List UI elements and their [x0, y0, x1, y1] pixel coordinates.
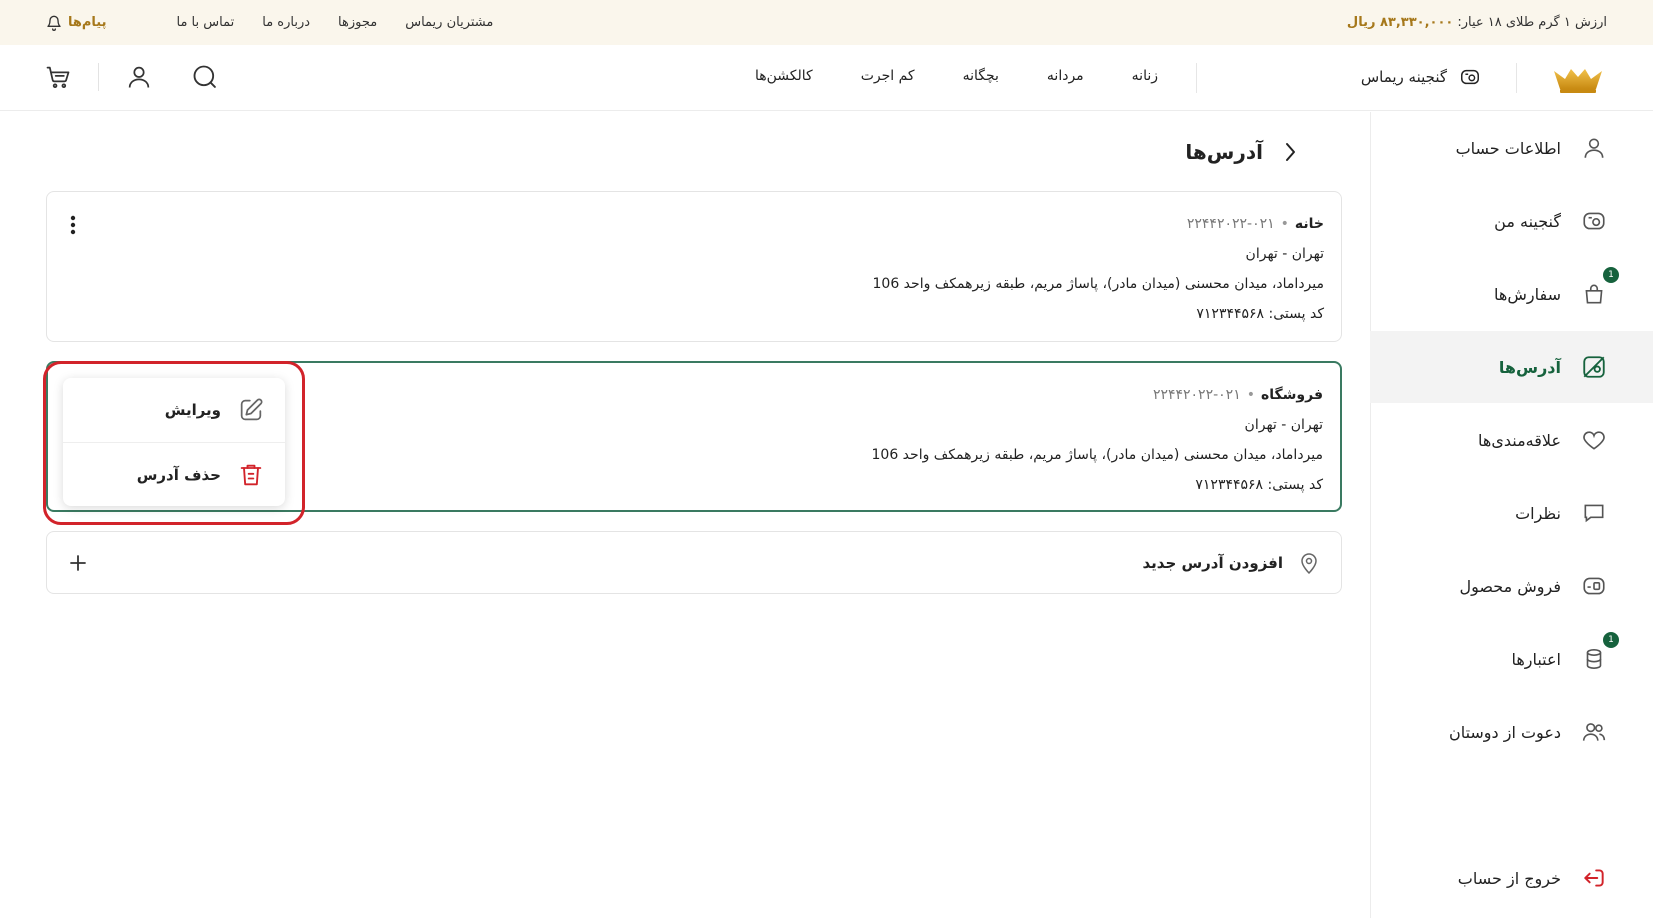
- gold-price: ارزش ۱ گرم طلای ۱۸ عیار: ۸۳,۳۳۰,۰۰۰ ریال: [1347, 15, 1607, 30]
- sidebar-item-label: دعوت از دوستان: [1448, 722, 1561, 742]
- address-header: خانه•۰۲۱-۲۲۴۴۲۰۲۲: [1186, 216, 1324, 232]
- header-actions-divider: [98, 63, 99, 91]
- address-phone: ۰۲۱-۲۲۴۴۲۰۲۲: [1186, 216, 1275, 232]
- address-city: تهران - تهران: [1244, 417, 1323, 433]
- user-icon: [1581, 135, 1607, 161]
- sidebar-item-label: سفارش‌ها: [1494, 284, 1561, 304]
- more-options-icon[interactable]: [69, 214, 77, 236]
- header-actions: [44, 63, 219, 91]
- account-sidebar: اطلاعات حساب گنجینه من 1 سفارش‌ها آدرس‌ه…: [1370, 112, 1653, 918]
- delete-address-option[interactable]: حذف آدرس: [63, 442, 285, 506]
- link-contact[interactable]: تماس با ما: [177, 15, 235, 30]
- sidebar-item-my-treasure[interactable]: گنجینه من: [1370, 185, 1653, 257]
- sidebar-item-sell[interactable]: فروش محصول: [1370, 550, 1653, 622]
- gold-price-value: ۸۳,۳۳۰,۰۰۰ ریال: [1346, 15, 1454, 30]
- messages-button[interactable]: پیام‌ها: [46, 15, 107, 31]
- nav-women[interactable]: زنانه: [1132, 68, 1158, 84]
- address-city: تهران - تهران: [1245, 246, 1324, 262]
- bag-icon: 1: [1581, 267, 1619, 307]
- credits-badge: 1: [1603, 632, 1619, 648]
- link-customers[interactable]: مشتریان ریماس: [405, 15, 493, 30]
- crown-logo-icon[interactable]: [1551, 61, 1605, 95]
- edit-label: ویرایش: [164, 401, 221, 419]
- treasure-link[interactable]: گنجینه ریماس: [1361, 66, 1481, 88]
- heart-icon: [1581, 427, 1607, 453]
- sidebar-item-label: نظرات: [1515, 503, 1561, 523]
- user-icon[interactable]: [125, 63, 153, 91]
- sidebar-item-label: فروش محصول: [1459, 576, 1561, 596]
- link-licenses[interactable]: مجوزها: [338, 15, 377, 30]
- main-nav: زنانه مردانه بچگانه کم اجرت کالکشن‌ها: [755, 68, 1158, 84]
- logout-icon: [1581, 865, 1607, 891]
- add-address-label: افزودن آدرس جدید: [1142, 553, 1283, 572]
- sidebar-item-favorites[interactable]: علاقه‌مندی‌ها: [1370, 404, 1653, 476]
- page-title-text: آدرس‌ها: [1185, 140, 1263, 164]
- add-address-button[interactable]: افزودن آدرس جدید: [46, 531, 1342, 594]
- messages-label: پیام‌ها: [68, 15, 107, 30]
- sidebar-item-addresses[interactable]: آدرس‌ها: [1370, 331, 1653, 403]
- nav-kids[interactable]: بچگانه: [963, 68, 999, 84]
- top-links-group: مشتریان ریماس مجوزها درباره ما تماس با م…: [46, 15, 493, 31]
- nav-collections[interactable]: کالکشن‌ها: [755, 68, 813, 84]
- search-icon[interactable]: [191, 63, 219, 91]
- treasure-icon: [1581, 208, 1607, 234]
- cart-icon[interactable]: [44, 63, 72, 91]
- header-divider: [1516, 63, 1517, 93]
- top-links: مشتریان ریماس مجوزها درباره ما تماس با م…: [177, 15, 494, 30]
- back-chevron-icon[interactable]: [1281, 141, 1299, 163]
- treasure-label: گنجینه ریماس: [1360, 68, 1447, 86]
- header-divider: [1196, 63, 1197, 93]
- top-info-bar: ارزش ۱ گرم طلای ۱۸ عیار: ۸۳,۳۳۰,۰۰۰ ریال…: [0, 0, 1653, 45]
- sidebar-item-label: اطلاعات حساب: [1455, 138, 1561, 158]
- address-name: خانه: [1294, 216, 1324, 232]
- edit-icon: [237, 396, 265, 424]
- page-title: آدرس‌ها: [1185, 140, 1299, 164]
- coins-icon: 1: [1581, 632, 1619, 672]
- sidebar-item-account[interactable]: اطلاعات حساب: [1370, 112, 1653, 184]
- address-card: خانه•۰۲۱-۲۲۴۴۲۰۲۲ تهران - تهران میرداماد…: [46, 191, 1342, 342]
- sidebar-item-label: گنجینه من: [1494, 211, 1561, 231]
- sidebar-item-logout[interactable]: خروج از حساب: [1370, 842, 1653, 914]
- address-details: فروشگاه•۰۲۱-۲۲۴۴۲۰۲۲ تهران - تهران میردا…: [872, 381, 1324, 501]
- address-street: میرداماد، میدان محسنی (میدان مادر)، پاسا…: [871, 447, 1324, 463]
- add-address-label-group: افزودن آدرس جدید: [1142, 551, 1321, 575]
- location-pin-icon: [1297, 551, 1321, 575]
- nav-men[interactable]: مردانه: [1047, 68, 1084, 84]
- nav-low-wage[interactable]: کم اجرت: [861, 68, 915, 84]
- sidebar-item-label: علاقه‌مندی‌ها: [1478, 430, 1561, 450]
- address-options-menu: ویرایش حذف آدرس: [63, 378, 285, 506]
- plus-icon: [69, 554, 87, 572]
- address-name: فروشگاه: [1260, 387, 1323, 403]
- sidebar-item-orders[interactable]: 1 سفارش‌ها: [1370, 258, 1653, 330]
- main-header: گنجینه ریماس زنانه مردانه بچگانه کم اجرت…: [0, 45, 1653, 111]
- address-street: میرداماد، میدان محسنی (میدان مادر)، پاسا…: [872, 276, 1325, 292]
- users-icon: [1581, 719, 1607, 745]
- gold-price-label: ارزش ۱ گرم طلای ۱۸ عیار:: [1457, 15, 1607, 30]
- address-phone: ۰۲۱-۲۲۴۴۲۰۲۲: [1152, 387, 1241, 403]
- sidebar-item-credits[interactable]: 1 اعتبارها: [1370, 623, 1653, 695]
- orders-badge: 1: [1603, 267, 1619, 283]
- trash-icon: [237, 461, 265, 489]
- sell-icon: [1581, 573, 1607, 599]
- address-postal: کد پستی: ۷۱۲۳۴۴۵۶۸: [1195, 477, 1323, 493]
- sidebar-item-label: آدرس‌ها: [1498, 357, 1561, 377]
- comment-icon: [1581, 500, 1607, 526]
- map-icon: [1581, 354, 1607, 380]
- address-header: فروشگاه•۰۲۱-۲۲۴۴۲۰۲۲: [1152, 387, 1323, 403]
- address-postal: کد پستی: ۷۱۲۳۴۴۵۶۸: [1196, 306, 1324, 322]
- address-details: خانه•۰۲۱-۲۲۴۴۲۰۲۲ تهران - تهران میرداماد…: [873, 210, 1325, 330]
- link-about[interactable]: درباره ما: [262, 15, 310, 30]
- sidebar-item-invite[interactable]: دعوت از دوستان: [1370, 696, 1653, 768]
- sidebar-item-label: اعتبارها: [1511, 649, 1561, 669]
- edit-address-option[interactable]: ویرایش: [63, 378, 285, 442]
- delete-label: حذف آدرس: [136, 465, 221, 484]
- bell-icon: [46, 15, 62, 31]
- treasure-icon: [1459, 66, 1481, 88]
- sidebar-item-label: خروج از حساب: [1457, 868, 1561, 888]
- sidebar-item-comments[interactable]: نظرات: [1370, 477, 1653, 549]
